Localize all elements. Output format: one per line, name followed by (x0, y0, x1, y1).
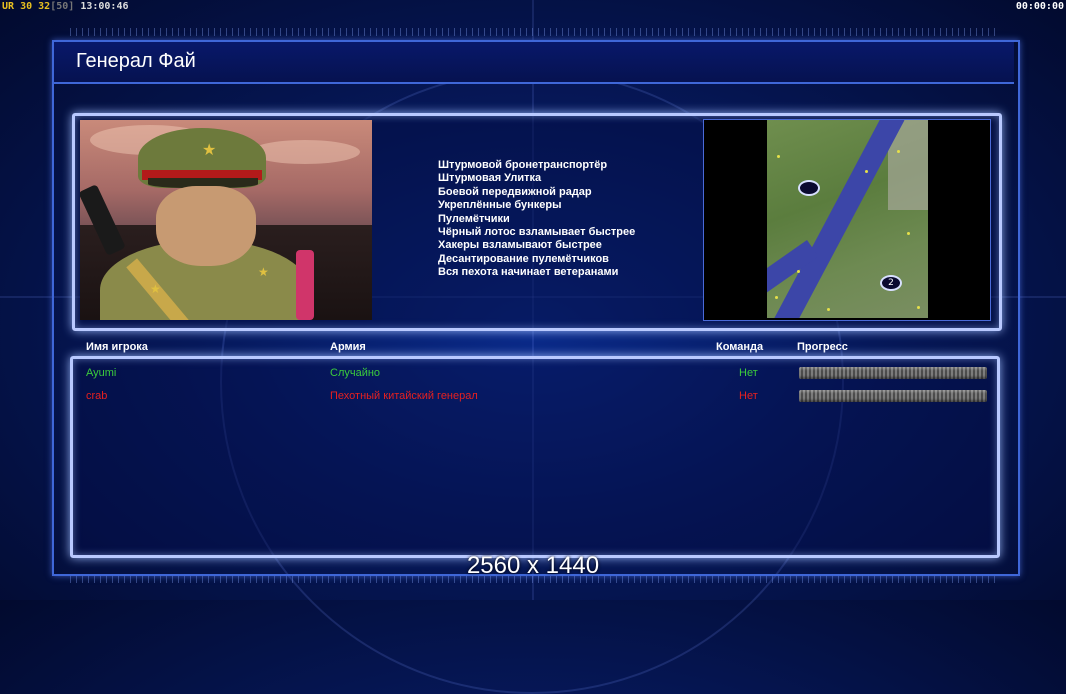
hud-stats: UR 30 32[50] 13:00:46 (2, 1, 129, 12)
loading-progress-bar (799, 367, 987, 379)
player-name: Ayumi (86, 367, 117, 379)
hud-value: [50] (50, 1, 75, 12)
player-table-panel (70, 356, 1000, 558)
game-timer: 00:00:00 (1015, 1, 1064, 12)
start-position-marker[interactable] (798, 180, 820, 196)
player-team: Нет (739, 390, 758, 402)
player-army: Пехотный китайский генерал (330, 390, 478, 402)
general-portrait: ★ ★ ★ (80, 120, 372, 320)
feature-item: Хакеры взламывают быстрее (438, 239, 602, 252)
player-army: Случайно (330, 367, 381, 379)
header-army: Армия (330, 341, 366, 353)
feature-item: Укреплённые бункеры (438, 199, 562, 212)
resolution-label: 2560 x 1440 (466, 552, 600, 579)
feature-item: Десантирование пулемётчиков (438, 252, 609, 265)
minimap[interactable] (767, 120, 928, 318)
general-features-list: Штурмовой бронетранспортёр Штурмовая Ули… (438, 159, 635, 280)
header-player-name: Имя игрока (86, 341, 148, 353)
hud-prefix: UR (2, 1, 15, 12)
feature-item: Боевой передвижной радар (438, 185, 592, 198)
feature-item: Штурмовая Улитка (438, 172, 542, 185)
table-row: Ayumi Случайно Нет (0, 367, 1066, 381)
feature-item: Вся пехота начинает ветеранами (438, 266, 619, 279)
feature-item: Чёрный лотос взламывает быстрее (438, 226, 636, 239)
hud-value: 30 (20, 1, 33, 12)
header-progress: Прогресс (797, 341, 848, 353)
hud-value: 32 (38, 1, 51, 12)
top-ruler (70, 28, 1000, 36)
player-team: Нет (739, 367, 758, 379)
player-table-header: Имя игрока Армия Команда Прогресс (0, 341, 1066, 355)
feature-item: Пулемётчики (438, 212, 510, 225)
loading-progress-bar (799, 390, 987, 402)
hud-clock: 13:00:46 (80, 1, 129, 12)
table-row: crab Пехотный китайский генерал Нет (0, 390, 1066, 404)
title-bar (54, 42, 1014, 84)
top-hud: UR 30 32[50] 13:00:46 00:00:00 (0, 0, 1066, 14)
player-name: crab (86, 390, 108, 402)
header-team: Команда (716, 341, 764, 353)
feature-item: Штурмовой бронетранспортёр (438, 159, 608, 171)
start-position-marker-2[interactable]: 2 (880, 275, 902, 291)
general-title: Генерал Фай (76, 50, 196, 72)
